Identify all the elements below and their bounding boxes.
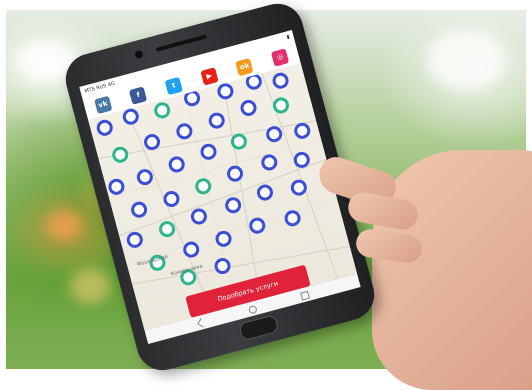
map-marker[interactable] xyxy=(154,102,171,119)
map-marker[interactable] xyxy=(266,126,283,143)
map-marker[interactable] xyxy=(215,230,232,247)
map-marker[interactable] xyxy=(168,156,185,173)
map-marker[interactable] xyxy=(136,169,153,186)
map-marker[interactable] xyxy=(261,154,278,171)
map-marker[interactable] xyxy=(183,241,200,258)
map-marker[interactable] xyxy=(245,73,262,90)
map-marker[interactable] xyxy=(256,184,273,201)
map-marker[interactable] xyxy=(195,178,212,195)
map-marker[interactable] xyxy=(184,90,201,107)
map-marker[interactable] xyxy=(144,134,161,151)
map-marker[interactable] xyxy=(200,143,217,160)
map-marker[interactable] xyxy=(159,221,176,238)
vk-icon[interactable]: vk xyxy=(93,95,113,114)
recents-icon[interactable] xyxy=(300,290,310,301)
map-marker[interactable] xyxy=(249,217,266,234)
map-marker[interactable] xyxy=(230,133,247,150)
map-marker[interactable] xyxy=(225,197,242,214)
map-marker[interactable] xyxy=(272,72,289,89)
back-icon[interactable] xyxy=(197,317,207,328)
home-icon[interactable] xyxy=(247,304,258,315)
bokeh-light xyxy=(70,268,110,304)
map-marker[interactable] xyxy=(163,190,180,207)
facebook-icon[interactable]: f xyxy=(129,85,148,105)
map-marker[interactable] xyxy=(214,258,231,275)
map-marker[interactable] xyxy=(126,231,143,248)
map-marker[interactable] xyxy=(108,178,125,195)
map-marker[interactable] xyxy=(190,208,207,225)
map-marker[interactable] xyxy=(208,112,225,129)
youtube-icon[interactable]: ▶ xyxy=(200,66,219,86)
bokeh-light xyxy=(426,30,506,90)
bokeh-light xyxy=(46,210,82,240)
map-marker[interactable] xyxy=(217,83,234,100)
twitter-icon[interactable]: t xyxy=(164,76,183,95)
instagram-icon[interactable]: ◎ xyxy=(270,47,290,67)
odnoklassniki-icon[interactable]: ok xyxy=(235,57,254,76)
map-marker[interactable] xyxy=(131,201,148,218)
map-marker[interactable] xyxy=(293,151,310,168)
map-marker[interactable] xyxy=(272,97,289,114)
map-marker[interactable] xyxy=(96,119,113,136)
battery-icon: ▮ xyxy=(286,33,291,41)
map-marker[interactable] xyxy=(227,165,244,182)
map-marker[interactable] xyxy=(176,123,193,140)
map-marker[interactable] xyxy=(112,146,129,163)
map-marker[interactable] xyxy=(284,210,301,227)
map-marker[interactable] xyxy=(294,122,311,139)
map-marker[interactable] xyxy=(290,179,307,196)
map-marker[interactable] xyxy=(122,108,139,125)
map-marker[interactable] xyxy=(240,99,257,116)
